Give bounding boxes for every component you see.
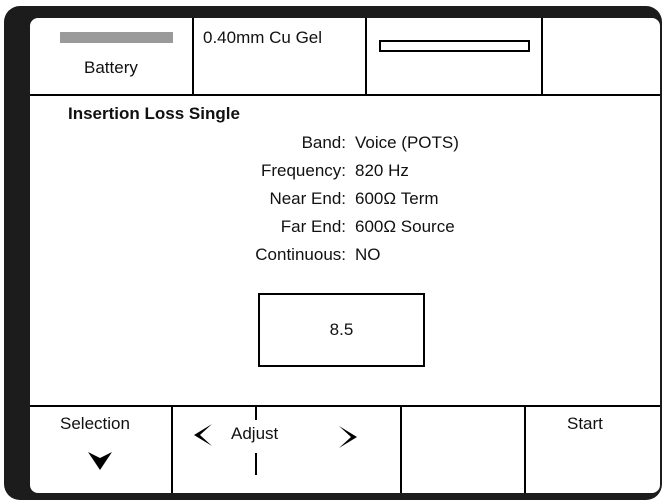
cable-type-label: 0.40mm Cu Gel [203, 28, 323, 47]
battery-cell: Battery [30, 18, 192, 94]
adjust-tick-bottom [255, 453, 257, 475]
chevron-left-icon[interactable] [194, 424, 212, 446]
status-divider-2 [365, 18, 367, 95]
result-display: 8.5 [258, 293, 425, 367]
adjust-label: Adjust [231, 424, 279, 443]
progress-bar [379, 40, 530, 52]
chevron-right-icon[interactable] [339, 426, 357, 448]
param-key: Frequency: [260, 161, 346, 180]
param-value: 600Ω Source [355, 217, 455, 236]
result-value: 8.5 [329, 320, 354, 339]
param-value: 600Ω Term [355, 189, 439, 208]
param-key: Far End: [280, 217, 346, 236]
status-divider-3 [541, 18, 543, 95]
battery-icon [60, 32, 173, 43]
adjust-softkey[interactable]: Adjust [173, 406, 400, 492]
status-divider-1 [192, 18, 194, 95]
battery-label: Battery [84, 58, 138, 77]
param-key: Band: [301, 133, 346, 152]
adjust-tick-top [255, 406, 257, 420]
param-value: 820 Hz [355, 161, 409, 180]
param-key: Continuous: [255, 245, 346, 264]
selection-softkey[interactable]: Selection [30, 406, 171, 492]
param-value: Voice (POTS) [355, 133, 459, 152]
param-value: NO [355, 245, 381, 264]
start-softkey[interactable]: Start [526, 406, 660, 492]
start-label: Start [567, 414, 603, 433]
selection-label: Selection [60, 414, 130, 433]
blank-softkey[interactable] [402, 406, 524, 492]
status-bar-divider [30, 94, 660, 96]
test-title: Insertion Loss Single [68, 104, 240, 123]
chevron-down-icon [88, 452, 112, 470]
param-key: Near End: [269, 189, 346, 208]
